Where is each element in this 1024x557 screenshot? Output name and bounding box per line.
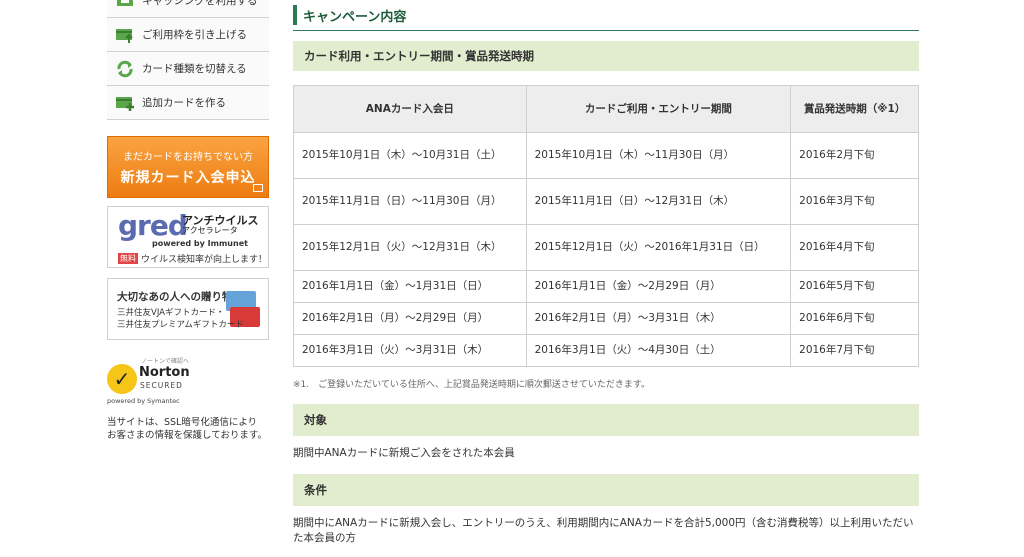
table-cell: 2015年10月1日（木）～10月31日（土） [293, 132, 527, 179]
shipping-note: ※1. ご登録いただいている住所へ、上記賞品発送時期に順次郵送させていただきます… [293, 380, 650, 390]
gift-title: 大切なあの人への贈り物 [117, 291, 233, 303]
banner-new-small-text: まだカードをお持ちでない方 [123, 152, 253, 163]
table-cell: 2016年1月1日（金）～2月29日（月） [525, 270, 792, 303]
gred-antivirus-banner[interactable]: gred アンチウイルス アクセラレータ powered by Immunet … [107, 206, 269, 268]
switch-card-icon [115, 60, 135, 78]
table-cell: 2015年12月1日（火）～2016年1月31日（日） [525, 224, 792, 271]
gred-bottom-line: 無料 ウイルス検知率が向上します！ [118, 252, 267, 265]
section-heading-periods: カード利用・エントリー期間・賞品発送時期 [293, 41, 919, 71]
banner-new-main-text: 新規カード入会申込 [120, 170, 256, 186]
table-row: 2016年2月1日（月）～2月29日（月） 2016年2月1日（月）～3月31日… [293, 302, 919, 335]
table-cell: 2016年6月下旬 [790, 302, 919, 335]
table-row: 2016年1月1日（金）～1月31日（日） 2016年1月1日（金）～2月29日… [293, 270, 919, 303]
column-header: ANAカード入会日 [293, 85, 527, 133]
table-cell: 2016年7月下旬 [790, 334, 919, 367]
table-cell: 2016年2月1日（月）～3月31日（木） [525, 302, 792, 335]
ssl-note: 当サイトは、SSL暗号化通信により お客さまの情報を保護しております。 [107, 416, 269, 442]
ssl-note-line-2: お客さまの情報を保護しております。 [107, 430, 267, 441]
sidebar-item-switch-card[interactable]: カード種類を切替える [107, 52, 269, 86]
table-cell: 2016年5月下旬 [790, 270, 919, 303]
table-row: 2015年10月1日（木）～10月31日（土） 2015年10月1日（木）～11… [293, 132, 919, 179]
page-title-text: キャンペーン内容 [303, 9, 407, 25]
table-cell: 2015年10月1日（木）～11月30日（月） [525, 132, 792, 179]
table-cell: 2015年11月1日（日）～12月31日（木） [525, 178, 792, 225]
additional-card-icon [115, 94, 135, 112]
sidebar-item-label: カード種類を切替える [142, 63, 247, 75]
table-cell: 2016年3月1日（火）～4月30日（土） [525, 334, 792, 367]
sidebar-item-additional-card[interactable]: 追加カードを作る [107, 86, 269, 120]
sidebar-item-label: ご利用枠を引き上げる [142, 29, 247, 41]
table-cell: 2016年4月下旬 [790, 224, 919, 271]
section-heading-conditions: 条件 [293, 474, 919, 506]
table-cell: 2016年3月下旬 [790, 178, 919, 225]
main-content: キャンペーン内容 カード利用・エントリー期間・賞品発送時期 ANAカード入会日 … [293, 0, 919, 546]
sidebar-item-raise-limit[interactable]: ご利用枠を引き上げる [107, 18, 269, 52]
norton-tiny-text: ノートンで確認へ [141, 358, 190, 365]
table-row: 2015年12月1日（火）～12月31日（木） 2015年12月1日（火）～20… [293, 224, 919, 271]
cashing-icon [115, 0, 135, 10]
page-title: キャンペーン内容 [293, 0, 919, 31]
window-icon [253, 184, 263, 192]
table-cell: 2016年2月下旬 [790, 132, 919, 179]
gift-line-1: 三井住友VJAギフトカード・ [117, 308, 225, 318]
campaign-period-table: ANAカード入会日 カードご利用・エントリー期間 賞品発送時期（※1） 2015… [293, 85, 919, 367]
norton-secured-seal[interactable]: ノートンで確認へ ✓ Norton SECURED powered by Sym… [107, 356, 207, 406]
table-header-row: ANAカード入会日 カードご利用・エントリー期間 賞品発送時期（※1） [293, 85, 919, 133]
new-card-application-banner[interactable]: まだカードをお持ちでない方 新規カード入会申込 [107, 136, 269, 198]
norton-name: Norton [139, 365, 190, 380]
sidebar-item-label: キャッシングを利用する [142, 0, 258, 7]
table-row: 2016年3月1日（火）～3月31日（木） 2016年3月1日（火）～4月30日… [293, 334, 919, 367]
column-header: カードご利用・エントリー期間 [525, 85, 792, 133]
gred-logo: gred [118, 209, 188, 242]
table-cell: 2016年3月1日（火）～3月31日（木） [293, 334, 527, 367]
gred-subtitle: アクセラレータ [182, 226, 238, 235]
sidebar-item-label: 追加カードを作る [142, 97, 226, 109]
sidebar-menu: キャッシングを利用する ご利用枠を引き上げる カード種類を切替える 追加カードを… [107, 0, 269, 120]
sidebar: キャッシングを利用する ご利用枠を引き上げる カード種類を切替える 追加カードを… [107, 0, 269, 442]
sidebar-item-cashing[interactable]: キャッシングを利用する [107, 0, 269, 18]
gift-card-banner[interactable]: 大切なあの人への贈り物 三井住友VJAギフトカード・ 三井住友プレミアムギフトカ… [107, 278, 269, 340]
ssl-note-line-1: 当サイトは、SSL暗号化通信により [107, 417, 258, 428]
norton-powered-by: powered by Symantec [107, 397, 180, 405]
table-cell: 2015年11月1日（日）～11月30日（月） [293, 178, 527, 225]
gift-line-2: 三井住友プレミアムギフトカード [117, 320, 244, 330]
free-badge: 無料 [118, 253, 138, 264]
section-heading-target: 対象 [293, 404, 919, 436]
target-text: 期間中ANAカードに新規ご入会をされた本会員 [293, 447, 515, 459]
raise-limit-icon [115, 26, 135, 44]
condition-text: 期間中にANAカードに新規入会し、エントリーのうえ、利用期間内にANAカードを合… [293, 517, 914, 544]
table-cell: 2016年1月1日（金）～1月31日（日） [293, 270, 527, 303]
table-cell: 2015年12月1日（火）～12月31日（木） [293, 224, 527, 271]
gred-powered-by: powered by Immunet [152, 239, 248, 248]
column-header: 賞品発送時期（※1） [790, 85, 919, 133]
gred-bottom-text: ウイルス検知率が向上します！ [141, 255, 268, 265]
table-row: 2015年11月1日（日）～11月30日（月） 2015年11月1日（日）～12… [293, 178, 919, 225]
table-cell: 2016年2月1日（月）～2月29日（月） [293, 302, 527, 335]
checkmark-icon: ✓ [107, 364, 137, 394]
norton-secured-text: SECURED [140, 381, 183, 390]
